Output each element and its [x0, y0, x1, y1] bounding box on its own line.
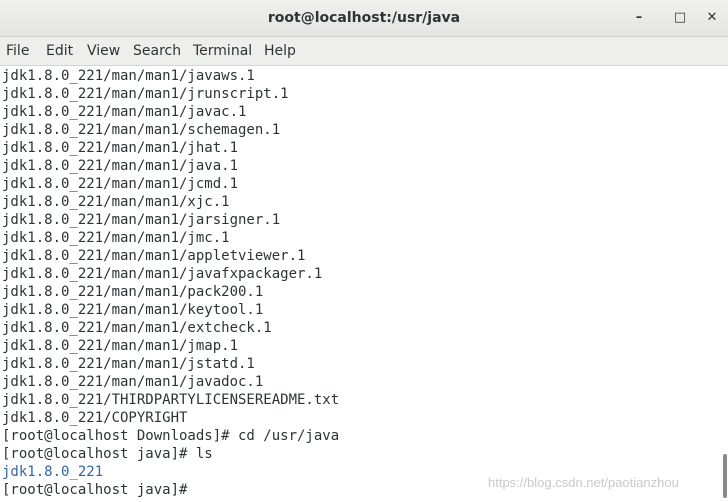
menu-edit[interactable]: Edit	[46, 37, 73, 65]
terminal-line: jdk1.8.0_221/man/man1/java.1	[2, 158, 239, 174]
terminal-command-line: [root@localhost java]# ls	[2, 446, 213, 462]
terminal-line: jdk1.8.0_221/man/man1/jstatd.1	[2, 356, 255, 372]
terminal-line: jdk1.8.0_221/THIRDPARTYLICENSEREADME.txt	[2, 392, 340, 408]
scrollbar-thumb[interactable]	[723, 454, 727, 498]
terminal-line: jdk1.8.0_221/man/man1/javac.1	[2, 104, 247, 120]
terminal-line: jdk1.8.0_221/man/man1/javafxpackager.1	[2, 266, 323, 282]
terminal-scrollbar[interactable]	[722, 66, 728, 502]
terminal-line: jdk1.8.0_221/man/man1/pack200.1	[2, 284, 264, 300]
terminal-directory-entry: jdk1.8.0_221	[2, 464, 104, 480]
terminal-line: jdk1.8.0_221/man/man1/extcheck.1	[2, 320, 272, 336]
terminal-line: jdk1.8.0_221/COPYRIGHT	[2, 410, 188, 426]
close-icon[interactable]: ✕	[702, 8, 722, 28]
terminal-line: jdk1.8.0_221/man/man1/appletviewer.1	[2, 248, 306, 264]
minimize-icon[interactable]: –	[629, 8, 649, 28]
terminal-line: jdk1.8.0_221/man/man1/jhat.1	[2, 140, 239, 156]
terminal-command-line: [root@localhost Downloads]# cd /usr/java	[2, 428, 340, 444]
terminal-line: jdk1.8.0_221/man/man1/jmap.1	[2, 338, 239, 354]
terminal-line: jdk1.8.0_221/man/man1/jmc.1	[2, 230, 230, 246]
terminal-output[interactable]: jdk1.8.0_221/man/man1/javaws.1 jdk1.8.0_…	[0, 66, 722, 502]
maximize-icon[interactable]: □	[670, 8, 690, 28]
menu-terminal[interactable]: Terminal	[193, 37, 252, 65]
menu-bar: File Edit View Search Terminal Help	[0, 37, 728, 66]
menu-file[interactable]: File	[6, 37, 29, 65]
terminal-line: jdk1.8.0_221/man/man1/javaws.1	[2, 68, 255, 84]
terminal-line: jdk1.8.0_221/man/man1/schemagen.1	[2, 122, 281, 138]
menu-help[interactable]: Help	[264, 37, 296, 65]
terminal-prompt: [root@localhost java]#	[2, 482, 188, 498]
menu-view[interactable]: View	[87, 37, 120, 65]
terminal-line: jdk1.8.0_221/man/man1/xjc.1	[2, 194, 230, 210]
window-title: root@localhost:/usr/java	[267, 10, 461, 26]
terminal-line: jdk1.8.0_221/man/man1/keytool.1	[2, 302, 264, 318]
watermark: https://blog.csdn.net/paotianzhou	[488, 475, 679, 490]
terminal-line: jdk1.8.0_221/man/man1/javadoc.1	[2, 374, 264, 390]
terminal-line: jdk1.8.0_221/man/man1/jcmd.1	[2, 176, 239, 192]
menu-search[interactable]: Search	[133, 37, 181, 65]
terminal-line: jdk1.8.0_221/man/man1/jrunscript.1	[2, 86, 289, 102]
window-titlebar[interactable]: root@localhost:/usr/java – □ ✕	[0, 0, 728, 37]
terminal-line: jdk1.8.0_221/man/man1/jarsigner.1	[2, 212, 281, 228]
